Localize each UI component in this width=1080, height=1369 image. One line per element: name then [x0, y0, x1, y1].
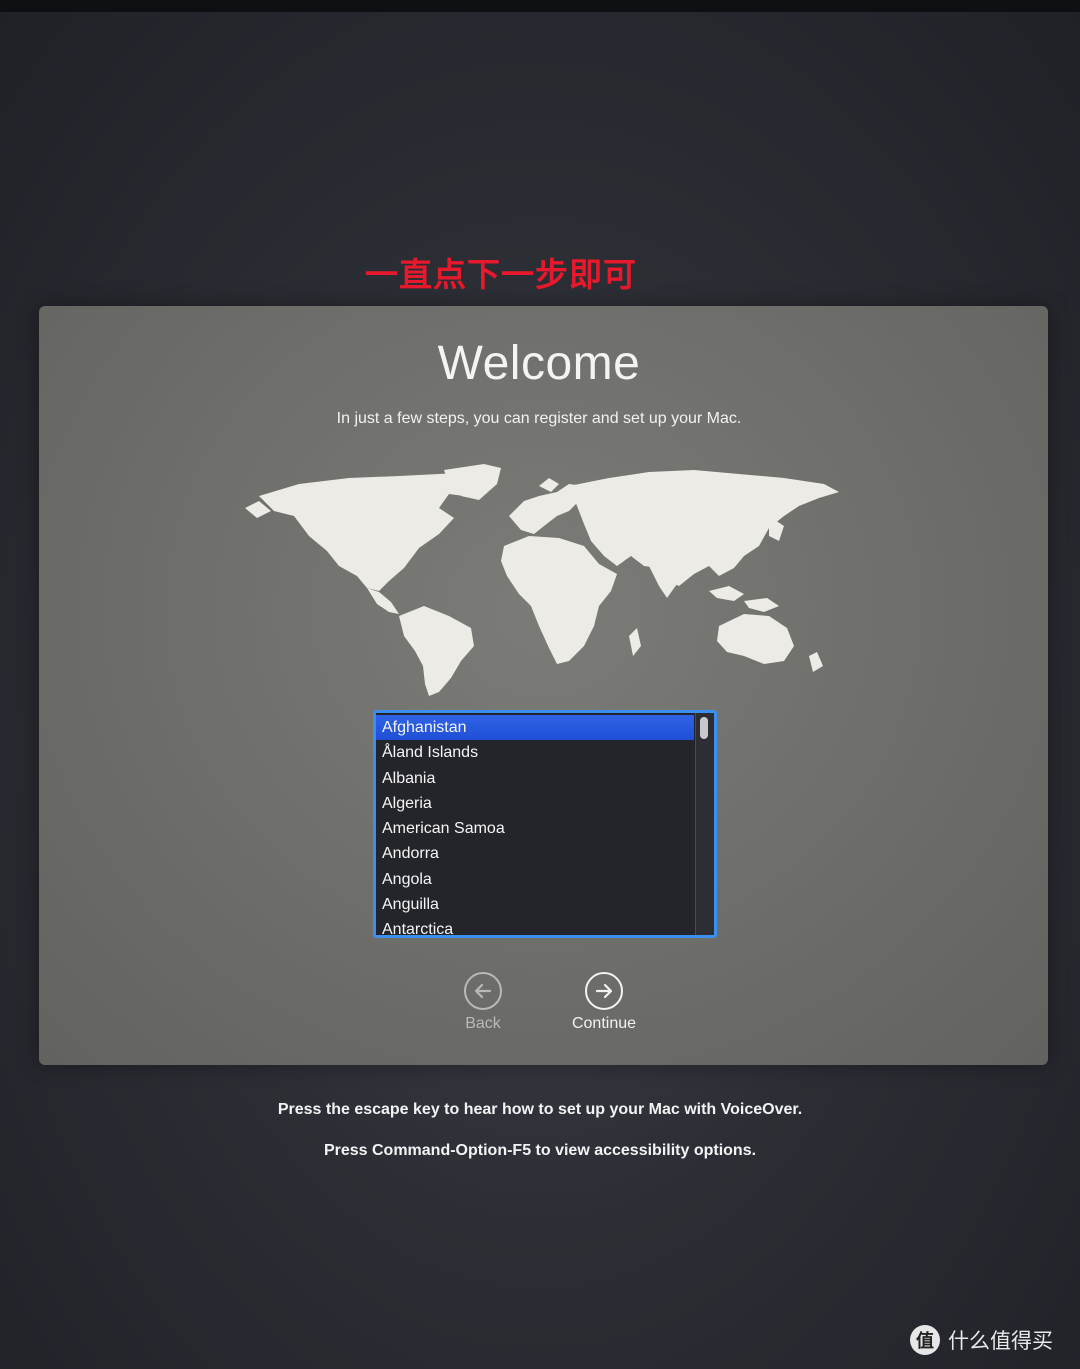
- list-item-selected[interactable]: Afghanistan: [376, 715, 694, 741]
- forward-arrow-icon: [585, 972, 623, 1010]
- accessibility-hint: Press Command-Option-F5 to view accessib…: [323, 1142, 757, 1159]
- list-item[interactable]: Albania: [376, 766, 694, 791]
- list-item[interactable]: Angola: [376, 867, 694, 892]
- watermark-logo-icon: 值: [910, 1325, 940, 1355]
- annotation-text: 一直点下一步即可: [365, 255, 637, 294]
- continue-button[interactable]: Continue: [554, 972, 654, 1033]
- back-arrow-icon: [464, 972, 502, 1010]
- page-subtitle: In just a few steps, you can register an…: [336, 410, 742, 427]
- setup-assistant-panel: Welcome In just a few steps, you can reg…: [39, 306, 1048, 1065]
- country-list[interactable]: Afghanistan Åland Islands Albania Algeri…: [373, 710, 717, 938]
- watermark-text: 什么值得买: [948, 1329, 1053, 1353]
- list-item[interactable]: Algeria: [376, 791, 694, 816]
- world-map-icon: [245, 464, 839, 696]
- screen-bezel: [0, 0, 1080, 12]
- voiceover-hint: Press the escape key to hear how to set …: [277, 1101, 803, 1118]
- country-list-items: Afghanistan Åland Islands Albania Algeri…: [376, 715, 694, 935]
- list-scrollbar[interactable]: [695, 713, 714, 935]
- list-item[interactable]: Antarctica: [376, 917, 694, 935]
- list-item[interactable]: Åland Islands: [376, 740, 694, 765]
- back-button-label: Back: [465, 1015, 501, 1032]
- back-button[interactable]: Back: [433, 972, 533, 1033]
- scrollbar-thumb[interactable]: [700, 717, 708, 739]
- continue-button-label: Continue: [571, 1015, 637, 1032]
- list-item[interactable]: Andorra: [376, 841, 694, 866]
- page-title: Welcome: [437, 337, 641, 390]
- watermark: 值 什么值得买: [910, 1325, 1053, 1355]
- list-item[interactable]: Anguilla: [376, 892, 694, 917]
- list-item[interactable]: American Samoa: [376, 816, 694, 841]
